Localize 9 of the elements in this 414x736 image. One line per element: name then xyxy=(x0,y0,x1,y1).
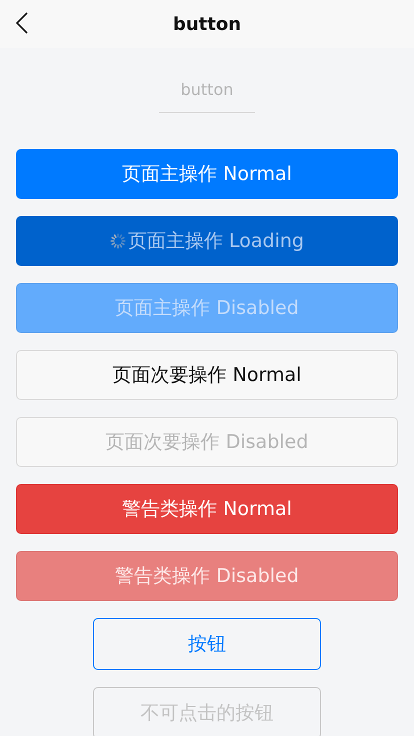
action-button[interactable]: 按钮 xyxy=(93,618,321,670)
action-button[interactable]: 页面主操作 Normal xyxy=(16,149,398,199)
page-title: button xyxy=(172,12,242,36)
loading-button[interactable]: 页面主操作 Loading xyxy=(16,216,398,266)
spinner-icon xyxy=(110,233,126,249)
action-button[interactable]: 页面次要操作 Normal xyxy=(16,350,398,400)
back-icon xyxy=(15,12,29,34)
action-button[interactable]: 警告类操作 Normal xyxy=(16,484,398,534)
section-title: button xyxy=(158,78,256,113)
